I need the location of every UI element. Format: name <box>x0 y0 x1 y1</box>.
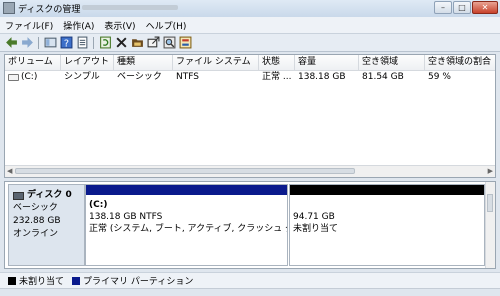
column-header-capacity[interactable]: 容量 <box>295 55 359 70</box>
back-arrow-icon[interactable] <box>4 36 18 50</box>
partition-unallocated[interactable]: 94.71 GB 未割り当て <box>289 184 485 266</box>
primary-partition-bar <box>86 185 287 195</box>
scrollbar-thumb[interactable] <box>487 194 493 212</box>
column-header-free-percent[interactable]: 空き領域の割合 <box>425 55 495 70</box>
legend-label: プライマリ パーティション <box>83 277 194 287</box>
primary-swatch <box>72 276 81 285</box>
disk-status: オンライン <box>13 229 59 239</box>
table-row[interactable]: (C:) シンプル ベーシック NTFS 正常 ... 138.18 GB 81… <box>5 71 495 84</box>
title-bar: ディスクの管理 – □ ✕ <box>0 0 500 17</box>
horizontal-scrollbar[interactable]: ◀ ▶ <box>5 165 495 177</box>
properties-icon[interactable] <box>75 36 89 50</box>
console-icon[interactable] <box>43 36 57 50</box>
disk-info[interactable]: ディスク 0 ベーシック 232.88 GB オンライン <box>8 184 85 266</box>
legend-label: 未割り当て <box>19 277 65 287</box>
cell-capacity: 138.18 GB <box>298 72 346 82</box>
scroll-left-icon[interactable]: ◀ <box>7 167 12 175</box>
delete-icon[interactable] <box>114 36 128 50</box>
column-header-status[interactable]: 状態 <box>259 55 295 70</box>
disk-icon <box>13 191 24 200</box>
disk-type: ベーシック <box>13 203 58 213</box>
scroll-right-icon[interactable]: ▶ <box>488 167 493 175</box>
partition-status: 未割り当て <box>293 224 339 234</box>
cell-layout: シンプル <box>64 72 100 82</box>
folder-icon[interactable] <box>130 36 144 50</box>
search-icon[interactable] <box>162 36 176 50</box>
disk-management-icon <box>3 2 15 14</box>
minimize-button[interactable]: – <box>434 1 452 14</box>
cell-status: 正常 ... <box>262 72 292 82</box>
menu-action[interactable]: 操作(A) <box>58 19 99 32</box>
settings-icon[interactable] <box>178 36 192 50</box>
column-header-volume[interactable]: ボリューム <box>5 55 61 70</box>
cell-free-space: 81.54 GB <box>362 72 404 82</box>
close-button[interactable]: ✕ <box>472 1 498 14</box>
unallocated-swatch <box>8 276 16 285</box>
export-icon[interactable] <box>146 36 160 50</box>
partition-c[interactable]: (C:) 138.18 GB NTFS 正常 (システム, ブート, アクティブ… <box>85 184 288 266</box>
cell-type: ベーシック <box>117 72 162 82</box>
help-icon[interactable]: ? <box>59 36 73 50</box>
partition-size: 94.71 GB <box>293 212 335 222</box>
menu-file[interactable]: ファイル(F) <box>0 19 58 32</box>
vertical-scrollbar[interactable] <box>485 182 495 268</box>
toolbar-separator <box>93 36 94 49</box>
column-header-free-space[interactable]: 空き領域 <box>359 55 425 70</box>
volume-list: ボリューム レイアウト 種類 ファイル システム 状態 容量 空き領域 空き領域… <box>4 54 496 178</box>
column-header-layout[interactable]: レイアウト <box>61 55 114 70</box>
menu-help[interactable]: ヘルプ(H) <box>141 19 192 32</box>
scrollbar-thumb[interactable] <box>15 168 355 174</box>
menu-view[interactable]: 表示(V) <box>99 19 140 32</box>
blurred-text <box>82 5 178 10</box>
partition-label: (C:) <box>89 200 108 210</box>
disk-map: ディスク 0 ベーシック 232.88 GB オンライン (C:) 138.18… <box>4 181 496 269</box>
svg-text:?: ? <box>63 38 68 49</box>
legend: 未割り当て プライマリ パーティション <box>0 272 500 288</box>
menu-bar: ファイル(F) 操作(A) 表示(V) ヘルプ(H) <box>0 17 500 34</box>
refresh-icon[interactable] <box>98 36 112 50</box>
maximize-button[interactable]: □ <box>453 1 471 14</box>
column-header-filesystem[interactable]: ファイル システム <box>173 55 259 70</box>
legend-item-unallocated: 未割り当て <box>8 274 64 287</box>
cell-filesystem: NTFS <box>176 72 199 82</box>
legend-item-primary: プライマリ パーティション <box>72 274 193 287</box>
partition-size: 138.18 GB NTFS <box>89 212 163 222</box>
toolbar: ? <box>0 34 500 52</box>
partition-label <box>293 199 484 211</box>
forward-arrow-icon[interactable] <box>20 36 34 50</box>
unallocated-bar <box>290 185 484 195</box>
volume-table-header: ボリューム レイアウト 種類 ファイル システム 状態 容量 空き領域 空き領域… <box>5 55 495 71</box>
window-title: ディスクの管理 <box>18 5 81 15</box>
partition-status: 正常 (システム, ブート, アクティブ, クラッシュ ダン <box>89 224 287 234</box>
disk-name: ディスク 0 <box>27 190 72 200</box>
volume-name: (C:) <box>21 72 38 82</box>
disk-size: 232.88 GB <box>13 216 61 226</box>
volume-icon <box>8 74 19 81</box>
cell-free-percent: 59 % <box>428 72 451 82</box>
column-header-type[interactable]: 種類 <box>114 55 173 70</box>
status-bar <box>0 288 500 296</box>
toolbar-separator <box>38 36 39 49</box>
cell-volume: (C:) <box>5 71 61 84</box>
